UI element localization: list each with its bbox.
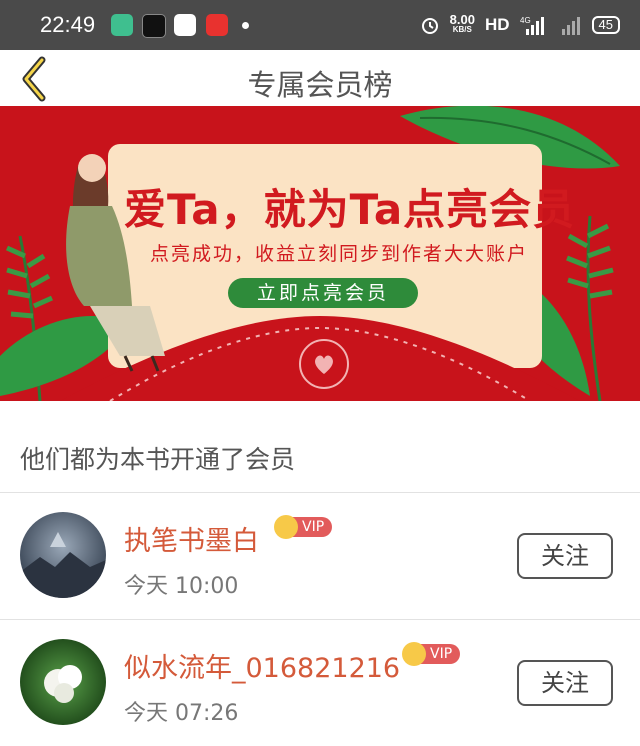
section-title: 他们都为本书开通了会员 (20, 445, 296, 474)
heart-seal-icon (299, 339, 349, 389)
member-name[interactable]: 似水流年_016821216 (124, 646, 400, 685)
member-time: 今天 07:26 (124, 701, 239, 726)
app-notification-icon (111, 14, 133, 36)
member-name[interactable]: 执笔书墨白 (124, 519, 259, 558)
status-indicators: 8.00 KB/S HD 4G 45 (420, 12, 620, 38)
banner-subtitle: 点亮成功，收益立刻同步到作者大大账户 (150, 243, 529, 265)
tiktok-icon (142, 14, 166, 38)
netease-music-icon (206, 14, 228, 36)
status-bar: 22:49 8.00 KB/S HD 4G 45 (0, 0, 640, 50)
status-time: 22:49 (40, 12, 96, 37)
more-notifications-dot (242, 22, 249, 29)
network-type-label: 4G (520, 16, 531, 25)
crown-icon (402, 642, 426, 666)
member-row[interactable]: 似水流年_016821216 VIP 今天 07:26 关注 (0, 620, 640, 746)
browser-icon (174, 14, 196, 36)
activate-membership-button[interactable]: 立即点亮会员 (228, 278, 418, 308)
promo-banner[interactable]: 爱Ta，就为Ta点亮会员 点亮成功，收益立刻同步到作者大大账户 立即点亮会员 (0, 106, 640, 401)
hd-indicator: HD (484, 15, 510, 34)
member-time: 今天 10:00 (124, 574, 239, 599)
signal-icon: 4G (520, 16, 544, 35)
page-title: 专属会员榜 (247, 68, 393, 102)
crown-icon (274, 515, 298, 539)
vip-badge: VIP (274, 515, 333, 539)
follow-button[interactable]: 关注 (517, 660, 613, 706)
signal-2-icon (561, 17, 580, 35)
avatar[interactable] (20, 512, 106, 598)
battery-indicator: 45 (591, 16, 620, 34)
alarm-icon (421, 18, 438, 34)
banner-headline: 爱Ta，就为Ta点亮会员 (124, 185, 576, 234)
title-bar: 专属会员榜 (0, 50, 640, 106)
avatar[interactable] (20, 639, 106, 725)
member-row[interactable]: 执笔书墨白 VIP 今天 10:00 关注 (0, 493, 640, 619)
follow-button[interactable]: 关注 (517, 533, 613, 579)
vip-badge: VIP (402, 642, 461, 666)
network-speed: 8.00 KB/S (449, 12, 475, 34)
